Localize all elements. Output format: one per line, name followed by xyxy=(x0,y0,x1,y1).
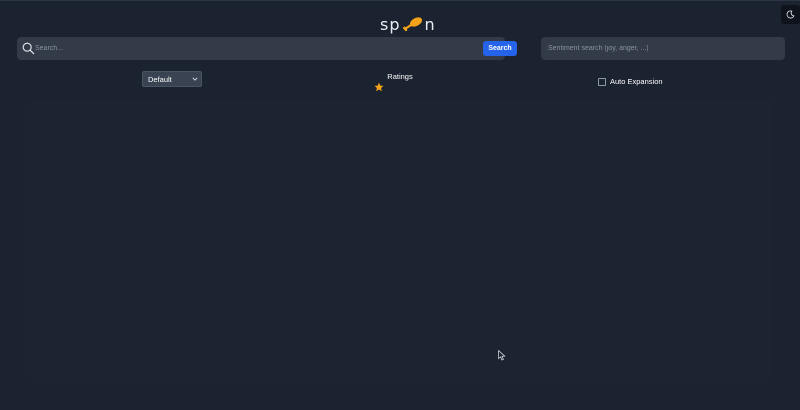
auto-expansion-toggle[interactable]: Auto Expansion xyxy=(598,77,663,86)
auto-expansion-checkbox[interactable] xyxy=(598,77,606,86)
search-icon[interactable] xyxy=(22,42,35,55)
search-button[interactable]: Search xyxy=(483,41,517,56)
mouse-cursor-icon xyxy=(498,350,506,361)
logo-text-right: n xyxy=(424,14,436,34)
logo-text-left: sp xyxy=(380,14,401,34)
sentiment-search-bar xyxy=(541,37,785,60)
sort-select-value: Default xyxy=(148,75,172,84)
sort-select[interactable]: Default xyxy=(142,71,202,87)
star-icon[interactable] xyxy=(422,82,432,92)
star-icon[interactable] xyxy=(374,82,384,92)
theme-toggle-button[interactable] xyxy=(781,5,800,24)
ratings-label: Ratings xyxy=(387,72,413,81)
star-icon[interactable] xyxy=(386,82,396,92)
auto-expansion-label: Auto Expansion xyxy=(610,77,663,86)
star-icon[interactable] xyxy=(398,82,408,92)
app-page: sp n Search Default Ratings xyxy=(0,0,800,410)
results-panel xyxy=(30,101,772,377)
search-bar: Search xyxy=(17,37,517,60)
chevron-down-icon xyxy=(192,77,198,81)
star-icon[interactable] xyxy=(410,82,420,92)
sentiment-search-input[interactable] xyxy=(548,37,778,60)
app-logo[interactable]: sp n xyxy=(380,13,436,35)
ratings-filter: Ratings xyxy=(360,72,440,92)
moon-icon xyxy=(786,10,795,19)
logo-drumstick-icon xyxy=(402,17,422,31)
search-input[interactable] xyxy=(35,37,475,60)
rating-stars xyxy=(374,82,432,92)
